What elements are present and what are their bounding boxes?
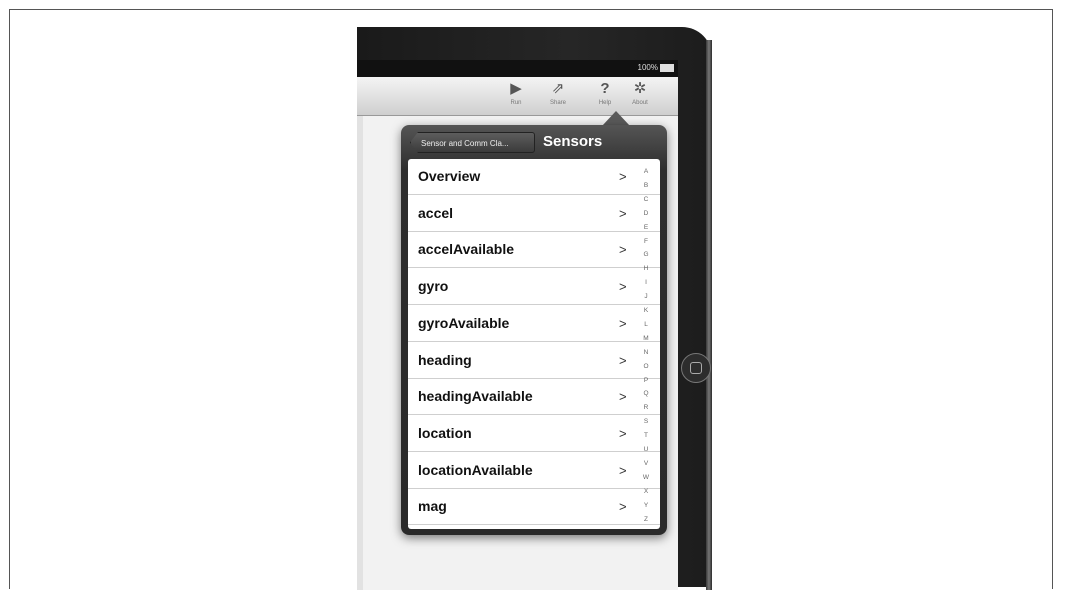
chevron-right-icon: > xyxy=(619,352,627,368)
index-letter[interactable]: W xyxy=(640,474,652,481)
battery-percentage: 100% xyxy=(637,63,658,72)
list-item-label: Overview xyxy=(418,168,481,184)
back-button[interactable]: Sensor and Comm Cla... xyxy=(410,132,535,153)
index-letter[interactable]: H xyxy=(640,265,652,272)
chevron-right-icon: > xyxy=(619,169,627,184)
index-letter[interactable]: D xyxy=(640,210,652,217)
index-letter[interactable]: X xyxy=(640,488,652,495)
chevron-right-icon: > xyxy=(619,279,627,295)
list-item-label: heading xyxy=(418,351,472,368)
about-label: About xyxy=(632,100,648,106)
status-bar: 100% xyxy=(357,60,678,77)
index-letter[interactable]: S xyxy=(640,418,652,425)
index-letter[interactable]: Y xyxy=(640,502,652,509)
index-letter[interactable]: B xyxy=(640,182,652,189)
share-button[interactable]: ⇗ Share xyxy=(540,80,576,112)
chevron-right-icon: > xyxy=(619,462,627,478)
list-item[interactable]: accelAvailable > xyxy=(408,232,660,269)
chevron-right-icon: > xyxy=(619,389,627,405)
list-item-label: accelAvailable xyxy=(418,241,514,258)
list-item-label: gyro xyxy=(418,278,449,295)
run-button[interactable]: ▶ Run xyxy=(498,80,534,112)
about-button[interactable]: ✲ About xyxy=(622,80,658,112)
list-item-label: headingAvailable xyxy=(418,388,533,405)
index-letter[interactable]: J xyxy=(640,293,652,300)
index-letter[interactable]: A xyxy=(640,168,652,175)
list-item[interactable]: headingAvailable > xyxy=(408,379,660,416)
help-button[interactable]: ? Help xyxy=(587,80,623,112)
index-letter[interactable]: Q xyxy=(640,390,652,397)
tablet-edge xyxy=(706,40,712,590)
index-letter[interactable]: E xyxy=(640,224,652,231)
list-item[interactable]: locationAvailable > xyxy=(408,453,660,489)
popover-arrow xyxy=(602,111,630,126)
sensors-list: Overview > accel > accelAvailable > gyro > gyroA… xyxy=(408,159,660,529)
chevron-right-icon: > xyxy=(619,205,627,221)
list-item-label: gyroAvailable xyxy=(418,314,510,331)
index-letter[interactable]: I xyxy=(640,279,652,286)
index-letter[interactable]: K xyxy=(640,307,652,314)
index-letter[interactable]: R xyxy=(640,404,652,411)
index-letter[interactable]: V xyxy=(640,460,652,467)
share-label: Share xyxy=(549,100,566,106)
index-letter[interactable]: O xyxy=(640,363,652,370)
index-letter[interactable]: L xyxy=(640,321,652,328)
chevron-right-icon: > xyxy=(619,425,627,441)
list-item[interactable]: accel > xyxy=(408,196,660,232)
chevron-right-icon: > xyxy=(619,315,627,331)
list-item[interactable]: magAvailable> xyxy=(408,526,660,529)
list-item[interactable]: location > xyxy=(408,416,660,452)
help-icon: ? xyxy=(600,80,610,97)
index-letter[interactable]: P xyxy=(640,377,652,384)
gear-icon: ✲ xyxy=(633,80,647,97)
list-item-label: locationAvailable xyxy=(418,461,533,478)
list-item-label: accel xyxy=(418,204,454,221)
list-item[interactable]: Overview > xyxy=(408,159,660,195)
index-letter[interactable]: C xyxy=(640,196,652,203)
list-item[interactable]: gyroAvailable > xyxy=(408,306,660,342)
popover-title: Sensors xyxy=(543,133,603,150)
index-letter[interactable]: N xyxy=(640,349,652,356)
index-letter[interactable]: M xyxy=(640,335,652,342)
index-letter[interactable]: T xyxy=(640,432,652,439)
chevron-right-icon: > xyxy=(619,242,627,258)
help-label: Help xyxy=(598,100,612,106)
list-item[interactable]: gyro > xyxy=(408,269,660,306)
index-letter[interactable]: Z xyxy=(640,516,652,523)
battery-icon xyxy=(660,64,674,72)
list-item[interactable]: mag > xyxy=(408,489,660,526)
run-label: Run xyxy=(510,100,522,106)
index-letter[interactable]: G xyxy=(640,251,652,258)
home-button[interactable] xyxy=(681,353,711,383)
run-icon: ▶ xyxy=(510,80,522,97)
index-letter[interactable]: F xyxy=(640,238,652,245)
chevron-right-icon: > xyxy=(619,499,627,515)
list-item-label: location xyxy=(418,424,472,441)
list-item[interactable]: heading > xyxy=(408,343,660,379)
share-icon: ⇗ xyxy=(551,80,565,97)
content-edge xyxy=(357,116,363,590)
list-item-label: mag xyxy=(418,498,447,515)
index-letter[interactable]: U xyxy=(640,446,652,453)
section-index[interactable]: ABCDEFGHIJKLMNOPQRSTUVWXYZ xyxy=(640,168,652,530)
